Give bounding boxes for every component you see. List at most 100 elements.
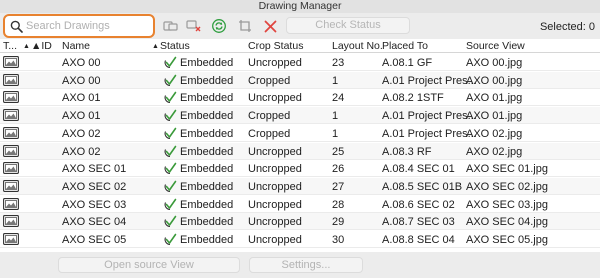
cell-crop-status: Uncropped xyxy=(248,216,302,229)
cell-layout-no: 30 xyxy=(332,234,345,246)
open-source-view-button[interactable]: Open source View xyxy=(58,257,240,273)
cell-source-view: AXO SEC 02.jpg xyxy=(466,180,548,193)
cell-source-view: AXO SEC 04.jpg xyxy=(466,216,548,229)
cell-name: AXO 01 xyxy=(62,92,101,105)
cell-name: AXO SEC 02 xyxy=(62,180,127,193)
embedded-check-icon xyxy=(163,90,177,104)
cell-crop-status: Uncropped xyxy=(248,234,302,246)
table-row[interactable]: AXO SEC 02 Embedded Uncropped 27 A.08.5 SEC … xyxy=(0,177,600,195)
update-icon xyxy=(212,19,226,33)
cell-layout-no: 1 xyxy=(332,127,339,140)
column-header-id[interactable]: ▲ID xyxy=(23,40,52,52)
cell-source-view: AXO SEC 03.jpg xyxy=(466,198,548,211)
search-input[interactable] xyxy=(26,18,151,34)
cell-crop-status: Uncropped xyxy=(248,198,302,211)
embedded-check-icon xyxy=(163,55,177,69)
selected-count: Selected: 0 xyxy=(539,21,595,33)
embedded-check-icon xyxy=(163,73,177,87)
embedded-check-icon xyxy=(163,214,177,228)
column-header-placed-to[interactable]: Placed To xyxy=(382,40,428,52)
cell-status: Embedded xyxy=(180,145,234,158)
cell-status: Embedded xyxy=(180,198,234,211)
embedded-check-icon xyxy=(163,144,177,158)
title-bar: Drawing Manager xyxy=(0,0,600,13)
cell-placed-to: A.08.4 SEC 01 xyxy=(382,163,455,176)
check-status-button[interactable]: Check Status xyxy=(286,17,410,34)
cell-layout-no: 1 xyxy=(332,110,339,123)
cell-name: AXO SEC 01 xyxy=(62,163,127,176)
delete-button[interactable] xyxy=(260,16,280,36)
image-drawing-icon xyxy=(3,109,19,122)
column-header-crop-status[interactable]: Crop Status xyxy=(248,40,303,52)
delete-icon xyxy=(264,20,276,32)
column-header-source-view[interactable]: Source View xyxy=(466,40,525,52)
cell-status: Embedded xyxy=(180,127,234,140)
cell-status: Embedded xyxy=(180,234,234,246)
table-row[interactable]: AXO 02 Embedded Cropped 1 A.01 Project Pres.… xyxy=(0,125,600,142)
cell-name: AXO SEC 05 xyxy=(62,234,127,246)
cell-layout-no: 25 xyxy=(332,145,345,158)
column-header-status[interactable]: Status xyxy=(152,40,190,52)
cell-layout-no: 27 xyxy=(332,180,345,193)
cell-layout-no: 1 xyxy=(332,74,339,87)
cell-crop-status: Uncropped xyxy=(248,163,302,176)
unlink-drawing-button[interactable] xyxy=(184,16,204,36)
cell-placed-to: A.08.5 SEC 01B xyxy=(382,180,463,193)
cell-layout-no: 28 xyxy=(332,198,345,211)
cell-status: Embedded xyxy=(180,180,234,193)
cell-status: Embedded xyxy=(180,216,234,229)
column-header-id-label: ID xyxy=(41,40,52,52)
cell-status: Embedded xyxy=(180,92,234,105)
cell-status: Embedded xyxy=(180,74,234,87)
cell-source-view: AXO 00.jpg xyxy=(466,57,523,69)
table-row[interactable]: AXO SEC 03 Embedded Uncropped 28 A.08.6 SEC … xyxy=(0,196,600,213)
cell-source-view: AXO SEC 01.jpg xyxy=(466,163,548,176)
cell-placed-to: A.08.2 1STF xyxy=(382,92,444,105)
image-drawing-icon xyxy=(3,126,19,139)
image-drawing-icon xyxy=(3,233,19,245)
cell-crop-status: Uncropped xyxy=(248,57,302,69)
cell-placed-to: A.01 Project Pres... xyxy=(382,110,477,123)
toolbar: Check Status Selected: 0 xyxy=(0,13,600,39)
table-row[interactable]: AXO 01 Embedded Uncropped 24 A.08.2 1STF AXO … xyxy=(0,89,600,107)
column-header-type[interactable]: T... xyxy=(3,40,17,52)
image-drawing-icon xyxy=(3,91,19,104)
column-header-layout-no[interactable]: Layout No. xyxy=(332,40,383,52)
table-header: T... ▲ID Name Status Crop Status Layout … xyxy=(0,39,600,53)
cell-crop-status: Cropped xyxy=(248,127,291,140)
table-row[interactable]: AXO 00 Embedded Cropped 1 A.01 Project Pres.… xyxy=(0,71,600,89)
table-row[interactable]: AXO SEC 04 Embedded Uncropped 29 A.08.7 SEC … xyxy=(0,213,600,231)
cell-status: Embedded xyxy=(180,57,234,69)
embedded-check-icon xyxy=(163,197,177,211)
unlink-drawing-icon xyxy=(186,20,201,32)
image-drawing-icon xyxy=(3,56,19,68)
cell-crop-status: Uncropped xyxy=(248,92,302,105)
sort-up-icon: ▲ xyxy=(30,40,42,52)
embedded-check-icon xyxy=(163,108,177,122)
table-row[interactable]: AXO 00 Embedded Uncropped 23 A.08.1 GF AXO 00… xyxy=(0,54,600,71)
crop-button[interactable] xyxy=(235,16,255,36)
cell-status: Embedded xyxy=(180,110,234,123)
search-icon xyxy=(10,20,23,33)
link-drawing-button[interactable] xyxy=(161,16,181,36)
bottom-bar: Open source View Settings... xyxy=(0,252,600,278)
search-box[interactable] xyxy=(3,14,155,38)
link-drawing-icon xyxy=(163,21,178,31)
table-row[interactable]: AXO 02 Embedded Uncropped 25 A.08.3 RF AXO 02… xyxy=(0,142,600,160)
embedded-check-icon xyxy=(163,232,177,246)
table-row[interactable]: AXO SEC 01 Embedded Uncropped 26 A.08.4 SEC … xyxy=(0,160,600,178)
update-button[interactable] xyxy=(209,16,229,36)
table-row[interactable]: AXO SEC 05 Embedded Uncropped 30 A.08.8 SEC … xyxy=(0,231,600,248)
settings-button[interactable]: Settings... xyxy=(249,257,363,273)
image-drawing-icon xyxy=(3,215,19,228)
image-drawing-icon xyxy=(3,144,19,157)
cell-name: AXO 00 xyxy=(62,74,101,87)
cell-placed-to: A.08.7 SEC 03 xyxy=(382,216,455,229)
embedded-check-icon xyxy=(163,179,177,193)
drawings-table: T... ▲ID Name Status Crop Status Layout … xyxy=(0,39,600,252)
cell-source-view: AXO 01.jpg xyxy=(466,92,523,105)
table-row[interactable]: AXO 01 Embedded Cropped 1 A.01 Project Pres.… xyxy=(0,107,600,125)
cell-name: AXO 01 xyxy=(62,110,101,123)
cell-name: AXO 02 xyxy=(62,127,101,140)
column-header-name[interactable]: Name xyxy=(62,40,90,52)
